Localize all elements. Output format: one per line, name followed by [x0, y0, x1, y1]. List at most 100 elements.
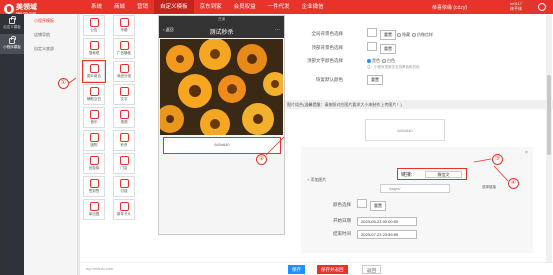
user-name[interactable]: 恭喜依缘 (cdzy): [432, 4, 467, 11]
top-navigation-bar: 美领域 MEILING.COM 系统 商城 营销 自定义模板 京东到家 会员权益…: [0, 0, 553, 15]
sidebar-item-miniprogram-template[interactable]: 小程序模板: [0, 34, 24, 54]
submenu-item-custom-bottom[interactable]: 自定义底部: [24, 42, 77, 56]
add-image-button[interactable]: + 添加图片: [307, 177, 326, 183]
nav-marketing[interactable]: 营销: [131, 0, 154, 14]
callout-4: ④: [508, 178, 519, 189]
component-label: 专题: [120, 28, 128, 32]
text-color-label: 顶部文字颜色选择: [307, 58, 343, 63]
lock-icon: [9, 36, 16, 44]
restore-button[interactable]: 重置: [367, 75, 383, 85]
save-and-return-button[interactable]: 保存并返回: [317, 265, 348, 274]
text-color-hint: 注：小程序顶部仅支持黑色和白色: [367, 65, 420, 69]
component-sign[interactable]: 签到签: [83, 176, 105, 197]
component-label: 拿出国: [88, 212, 100, 216]
user-id: m0117 体平体: [510, 1, 522, 11]
scrollbar-thumb[interactable]: [547, 75, 551, 155]
preview-photo[interactable]: [160, 39, 283, 135]
flash-icon: [119, 133, 129, 142]
link-type-box: 链接: 微信文: [397, 168, 467, 180]
link-type-select[interactable]: 微信文: [425, 171, 462, 178]
component-label: 门店: [120, 166, 128, 170]
image-combo-block[interactable]: 640x640: [163, 137, 281, 154]
scrollbar[interactable]: [546, 15, 552, 262]
sidebar-item-custom-template[interactable]: 自定义模板: [0, 14, 24, 34]
component-music[interactable]: 音乐: [83, 107, 105, 128]
settings-form: 全局背景色选择 重置 隐藏 仿微信样 顶部背景色选择 重置 顶部文字颜色选择 黑…: [285, 15, 553, 262]
color-swatch[interactable]: [357, 199, 367, 208]
component-group[interactable]: 团购: [83, 130, 105, 151]
nav-dropship[interactable]: 一件代发: [262, 0, 296, 14]
video-icon: [119, 110, 129, 119]
nav-jd-home[interactable]: 京东到家: [194, 0, 228, 14]
component-text[interactable]: 文字: [113, 84, 135, 105]
sidebar-item-label: 小程序模板: [3, 45, 21, 49]
component-pay[interactable]: 付费: [113, 176, 135, 197]
component-flash[interactable]: 秒杀: [113, 130, 135, 151]
logout-icon[interactable]: [538, 3, 546, 11]
banner-icon: [119, 41, 129, 50]
bg-radio-hide[interactable]: 隐藏: [397, 32, 410, 38]
image-icon: [89, 64, 99, 73]
end-date-input[interactable]: 2023-07-23 23:59:59: [357, 230, 417, 239]
component-coupon[interactable]: 优惠券: [83, 153, 105, 174]
color-label: 颜色选择: [333, 202, 351, 207]
text-radio-white[interactable]: 白色: [382, 58, 395, 64]
link-type-label: 链接:: [401, 172, 413, 178]
component-label: 视频: [120, 120, 128, 124]
top-bg-label: 顶部背景色选择: [311, 45, 344, 50]
back-button[interactable]: 返回: [362, 265, 381, 274]
close-icon[interactable]: ×: [525, 150, 528, 156]
select-link-button[interactable]: 选择链接: [482, 185, 496, 190]
top-bg-swatch[interactable]: [367, 42, 377, 51]
submenu-item-store-nav[interactable]: 店铺导航: [24, 28, 77, 42]
component-label: 商品分组: [117, 74, 131, 78]
callout-2: ②: [256, 154, 267, 165]
bg-color-swatch[interactable]: [367, 28, 377, 37]
component-label: 优惠券: [88, 166, 100, 170]
color-reset-button[interactable]: 重置: [370, 201, 386, 211]
radio-icon: [412, 33, 416, 37]
component-blank[interactable]: 辅助空白: [83, 84, 105, 105]
callout-3: ③: [492, 154, 503, 165]
component-exit[interactable]: 拿出国: [83, 199, 105, 220]
component-label: 秒杀: [120, 143, 128, 147]
end-date-label: 结束时间: [333, 231, 351, 236]
save-button[interactable]: 保存: [288, 265, 305, 274]
main-nav: 系统 商城 营销 自定义模板 京东到家 会员权益 一件代发 企业微信: [85, 0, 330, 14]
component-search[interactable]: 搜索框: [83, 38, 105, 59]
component-label: 搜索框: [88, 51, 100, 55]
coupon-icon: [89, 156, 99, 165]
radio-label: 黑色: [372, 58, 380, 63]
pay-icon: [119, 179, 129, 188]
lock-icon: [9, 16, 16, 24]
nav-custom-template[interactable]: 自定义模板: [154, 0, 194, 14]
component-label: 文字: [120, 97, 128, 101]
component-box[interactable]: 商品分组: [113, 61, 135, 82]
component-card[interactable]: 新年卡片: [113, 199, 135, 220]
submenu: 小程序模板 店铺导航 自定义底部: [24, 14, 78, 275]
top-bg-reset-button[interactable]: 重置: [380, 44, 396, 54]
component-label: 付费: [120, 189, 128, 193]
bg-reset-button[interactable]: 重置: [380, 30, 396, 40]
component-label: 团购: [90, 143, 98, 147]
start-date-input[interactable]: 2023-05-23 00:00:00: [357, 217, 417, 226]
component-store[interactable]: 门店: [113, 153, 135, 174]
nav-wecom[interactable]: 企业微信: [296, 0, 330, 14]
store-icon: [119, 156, 129, 165]
restore-label: 恢复默认颜色: [316, 77, 343, 82]
component-tag[interactable]: 专题: [113, 15, 135, 36]
bg-radio-wechat[interactable]: 仿微信样: [412, 32, 433, 38]
submenu-item-miniprogram-template[interactable]: 小程序模板: [24, 14, 77, 28]
text-radio-black[interactable]: 黑色: [367, 58, 380, 64]
nav-member-rights[interactable]: 会员权益: [228, 0, 262, 14]
component-video[interactable]: 视频: [113, 107, 135, 128]
component-banner[interactable]: 广告横板: [113, 38, 135, 59]
component-image[interactable]: 图片组合: [82, 60, 106, 83]
component-label: 辅助空白: [87, 97, 101, 101]
nav-system[interactable]: 系统: [85, 0, 108, 14]
link-input[interactable]: /pages/: [380, 184, 450, 193]
blank-icon: [89, 87, 99, 96]
nav-mall[interactable]: 商城: [108, 0, 131, 14]
component-bell[interactable]: 公告: [83, 15, 105, 36]
radio-label: 隐藏: [402, 32, 410, 37]
